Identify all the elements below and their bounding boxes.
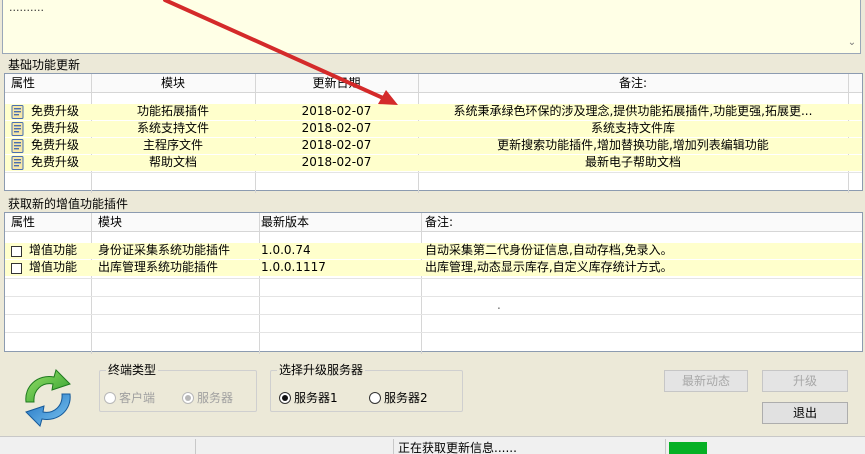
- table-row[interactable]: 免费升级 主程序文件 2018-02-07 更新搜索功能插件,增加替换功能,增加…: [5, 138, 862, 154]
- info-text: ..........: [9, 1, 44, 14]
- row-version: 1.0.0.74: [261, 243, 311, 257]
- progress-bar: [669, 442, 707, 454]
- row-module: 身份证采集系统功能插件: [98, 243, 231, 257]
- table-row[interactable]: 免费升级 功能拓展插件 2018-02-07 系统秉承绿色环保的涉及理念,提供功…: [5, 104, 862, 120]
- column-header-attribute[interactable]: 属性: [11, 213, 35, 232]
- column-header-module[interactable]: 模块: [98, 213, 122, 232]
- row-note: 系统秉承绿色环保的涉及理念,提供功能拓展插件,功能更强,拓展更...: [453, 104, 813, 118]
- row-attribute: 免费升级: [31, 121, 80, 135]
- row-attribute: 免费升级: [31, 104, 80, 118]
- row-note: 更新搜索功能插件,增加替换功能,增加列表编辑功能: [497, 138, 769, 152]
- terminal-type-title: 终端类型: [106, 363, 159, 377]
- row-date: 2018-02-07: [301, 104, 372, 118]
- basic-updates-title: 基础功能更新: [8, 58, 81, 72]
- row-attribute: 免费升级: [31, 138, 80, 152]
- exit-button[interactable]: 退出: [762, 402, 848, 424]
- row-date: 2018-02-07: [301, 155, 372, 169]
- row-note: 系统支持文件库: [590, 121, 675, 135]
- radio-client[interactable]: 客户端: [104, 389, 155, 406]
- radio-server-2[interactable]: 服务器2: [369, 389, 428, 406]
- table-row[interactable]: 免费升级 系统支持文件 2018-02-07 系统支持文件库: [5, 121, 862, 137]
- stray-mark: .: [497, 298, 501, 312]
- radio-circle-icon: [279, 391, 291, 404]
- row-module: 功能拓展插件: [136, 104, 209, 118]
- status-text: 正在获取更新信息......: [398, 441, 517, 454]
- row-module: 帮助文档: [148, 155, 197, 169]
- column-header-attribute[interactable]: 属性: [11, 74, 35, 93]
- row-note: 自动采集第二代身份证信息,自动存档,免录入。: [425, 243, 673, 257]
- scroll-down-icon[interactable]: ⌄: [846, 37, 858, 49]
- addon-plugins-title: 获取新的增值功能插件: [8, 197, 129, 211]
- row-attribute: 增值功能: [29, 243, 78, 257]
- document-icon: [11, 139, 24, 153]
- column-header-update-date[interactable]: 更新日期: [255, 74, 418, 93]
- server-select-title: 选择升级服务器: [277, 363, 366, 377]
- row-attribute: 增值功能: [29, 260, 78, 274]
- row-note: 出库管理,动态显示库存,自定义库存统计方式。: [425, 260, 673, 274]
- plugin-checkbox[interactable]: [11, 246, 22, 257]
- table-row[interactable]: 免费升级 帮助文档 2018-02-07 最新电子帮助文档: [5, 155, 862, 171]
- row-module: 主程序文件: [142, 138, 203, 152]
- document-icon: [11, 105, 24, 119]
- row-date: 2018-02-07: [301, 121, 372, 135]
- radio-circle-icon: [104, 391, 116, 404]
- row-version: 1.0.0.1117: [261, 260, 326, 274]
- row-module: 出库管理系统功能插件: [98, 260, 219, 274]
- table-row[interactable]: 增值功能 身份证采集系统功能插件 1.0.0.74 自动采集第二代身份证信息,自…: [5, 243, 862, 259]
- terminal-type-group: 终端类型 客户端 服务器: [99, 363, 257, 412]
- radio-server[interactable]: 服务器: [182, 389, 233, 406]
- column-header-latest-version[interactable]: 最新版本: [261, 213, 309, 232]
- row-module: 系统支持文件: [136, 121, 209, 135]
- refresh-icon: [25, 369, 71, 427]
- status-bar: 正在获取更新信息......: [0, 436, 865, 454]
- basic-updates-list[interactable]: 属性 模块 更新日期 备注: 免费升级 功能拓展插件 2018-02-07 系统…: [4, 73, 863, 193]
- row-date: 2018-02-07: [301, 138, 372, 152]
- radio-circle-icon: [369, 391, 381, 404]
- column-header-module[interactable]: 模块: [91, 74, 255, 93]
- latest-news-button[interactable]: 最新动态: [664, 370, 748, 392]
- column-header-notes[interactable]: 备注:: [425, 213, 453, 232]
- row-note: 最新电子帮助文档: [584, 155, 681, 169]
- info-panel: .......... ⌄: [2, 0, 861, 54]
- radio-server-1[interactable]: 服务器1: [279, 389, 338, 406]
- upgrade-button[interactable]: 升级: [762, 370, 848, 392]
- document-icon: [11, 156, 24, 170]
- server-select-group: 选择升级服务器 服务器1 服务器2: [270, 363, 463, 412]
- column-header-notes[interactable]: 备注:: [418, 74, 848, 93]
- plugin-checkbox[interactable]: [11, 263, 22, 274]
- control-area: 终端类型 客户端 服务器 选择升级服务器 服务器1 服务器2 最新动态 升级 退…: [0, 356, 865, 436]
- addon-plugins-list[interactable]: 属性 模块 最新版本 备注: 增值功能 身份证采集系统功能插件 1.0.0.74…: [4, 212, 863, 354]
- row-attribute: 免费升级: [31, 155, 80, 169]
- document-icon: [11, 122, 24, 136]
- radio-circle-icon: [182, 391, 194, 404]
- table-row[interactable]: 增值功能 出库管理系统功能插件 1.0.0.1117 出库管理,动态显示库存,自…: [5, 260, 862, 276]
